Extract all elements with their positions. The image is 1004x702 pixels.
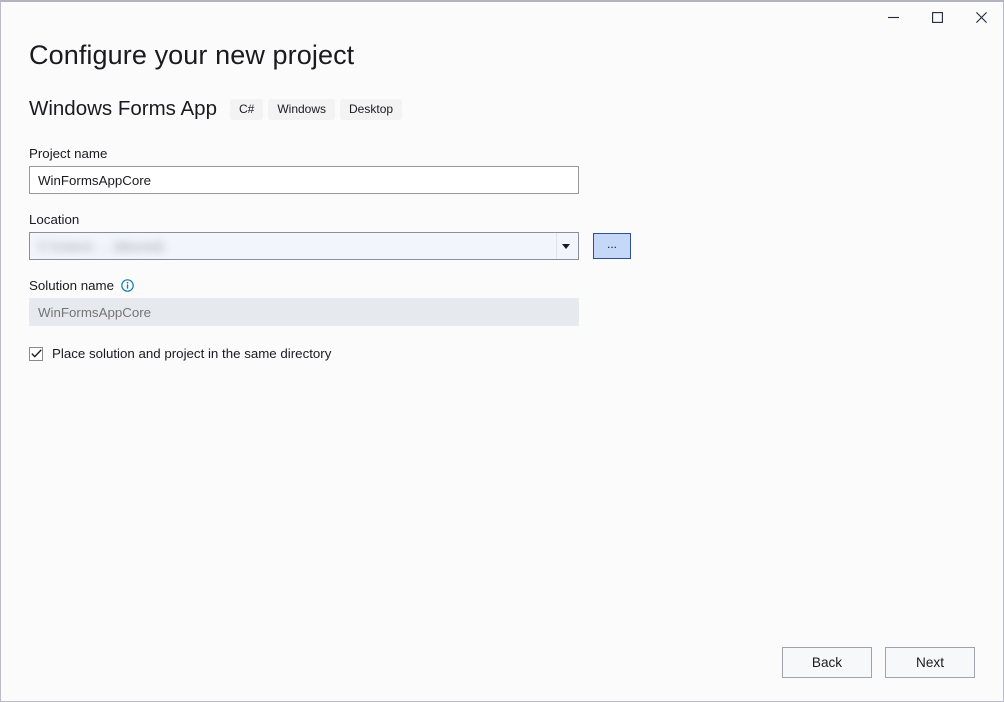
page-title: Configure your new project: [29, 40, 355, 70]
solution-name-label-text: Solution name: [29, 278, 115, 293]
back-button[interactable]: Back: [782, 647, 872, 678]
solution-name-label: Solution name: [29, 278, 975, 293]
location-value: C:\Users\ … (blurred): [38, 238, 165, 254]
solution-name-field: Solution name: [29, 278, 975, 326]
maximize-button[interactable]: [915, 2, 959, 32]
same-directory-row[interactable]: Place solution and project in the same d…: [29, 346, 975, 361]
template-tag-list: C# Windows Desktop: [229, 98, 403, 120]
location-dropdown-toggle[interactable]: [556, 233, 575, 259]
close-icon: [975, 11, 987, 23]
location-label: Location: [29, 212, 80, 227]
project-name-label: Project name: [29, 146, 108, 161]
project-config-form: Project name Location C:\Users\ … (blurr…: [29, 146, 975, 361]
same-directory-label: Place solution and project in the same d…: [52, 346, 332, 361]
same-directory-checkbox[interactable]: [29, 346, 43, 361]
maximize-icon: [931, 11, 943, 23]
title-bar: [1, 2, 1003, 34]
minimize-icon: [887, 16, 899, 18]
chevron-down-icon: [562, 243, 570, 249]
project-name-field: Project name: [29, 146, 975, 194]
minimize-button[interactable]: [871, 2, 915, 32]
next-button[interactable]: Next: [885, 647, 975, 678]
location-combobox[interactable]: C:\Users\ … (blurred): [29, 232, 579, 260]
tag-platform: Windows: [268, 98, 336, 120]
close-button[interactable]: [959, 2, 1003, 32]
checkmark-icon: [30, 349, 42, 358]
browse-location-button[interactable]: ...: [593, 233, 631, 259]
template-name: Windows Forms App: [29, 97, 217, 120]
tag-project-type: Desktop: [340, 98, 403, 120]
wizard-footer: Back Next: [782, 647, 975, 678]
project-name-input[interactable]: [29, 166, 579, 194]
configure-project-window: Configure your new project Windows Forms…: [0, 0, 1004, 702]
location-row: C:\Users\ … (blurred) ...: [29, 232, 975, 260]
solution-name-input: [29, 298, 579, 326]
location-field: Location C:\Users\ … (blurred) ...: [29, 212, 975, 260]
template-summary: Windows Forms App C# Windows Desktop: [29, 97, 975, 121]
info-icon[interactable]: [121, 279, 134, 292]
tag-language: C#: [229, 98, 264, 120]
page-content: Configure your new project Windows Forms…: [1, 34, 1003, 701]
